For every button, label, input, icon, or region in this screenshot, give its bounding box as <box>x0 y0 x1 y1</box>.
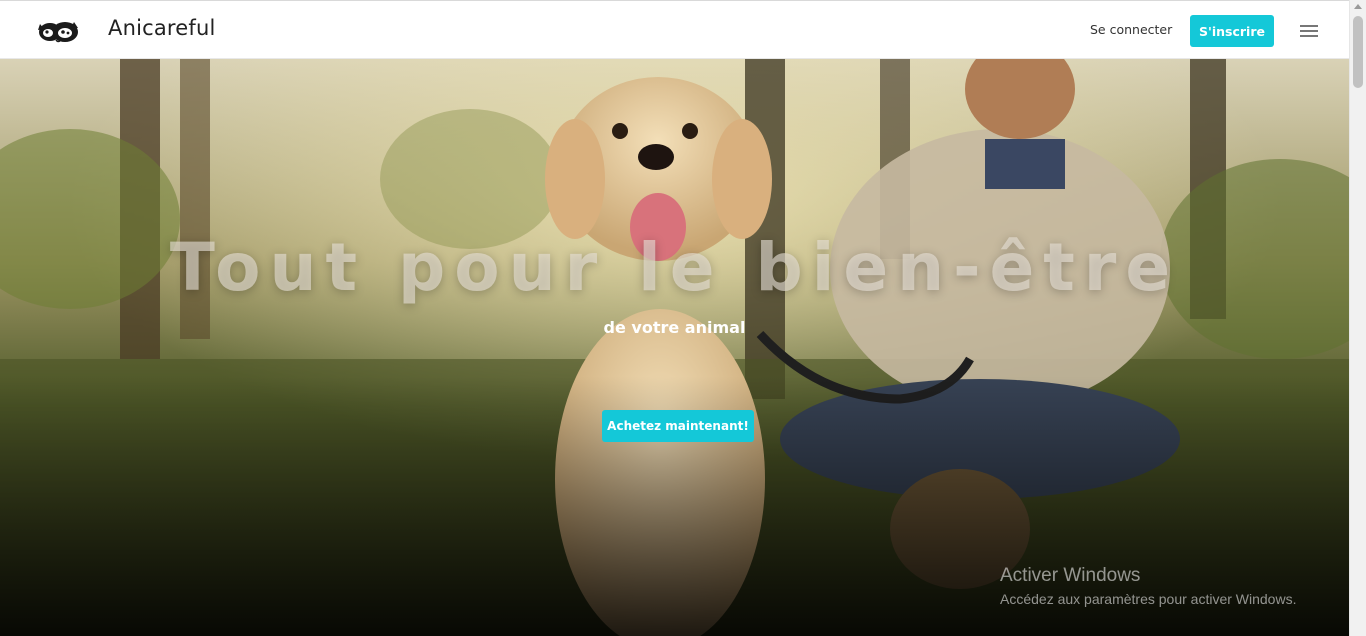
signup-button[interactable]: S'inscrire <box>1190 15 1274 47</box>
hero-subtitle: de votre animal <box>603 318 746 337</box>
windows-activation-text: Accédez aux paramètres pour activer Wind… <box>1000 591 1297 607</box>
brand-name[interactable]: Anicareful <box>108 16 216 40</box>
navbar: Anicareful Se connecter S'inscrire <box>0 0 1349 59</box>
buy-now-button[interactable]: Achetez maintenant! <box>602 410 754 442</box>
vertical-scrollbar[interactable] <box>1349 0 1366 636</box>
hero-section: Tout pour le bien-être de votre animal A… <box>0 59 1349 636</box>
page: Anicareful Se connecter S'inscrire Tout … <box>0 0 1366 636</box>
scroll-up-arrow-icon[interactable] <box>1354 4 1362 9</box>
windows-activation-title: Activer Windows <box>1000 565 1141 586</box>
hero-title: Tout pour le bien-être <box>169 229 1180 306</box>
hamburger-menu-icon[interactable] <box>1299 23 1319 39</box>
hero-background-photo <box>0 59 1349 636</box>
scrollbar-thumb[interactable] <box>1353 16 1363 88</box>
dog-cat-logo-icon[interactable] <box>36 16 80 46</box>
login-link[interactable]: Se connecter <box>1090 22 1172 37</box>
